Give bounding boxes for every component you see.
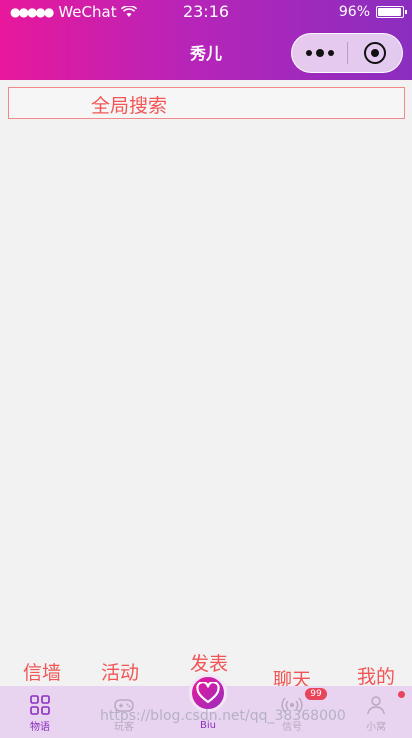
header: ●●●●● WeChat 23:16 96% 秀儿 — [0, 0, 412, 80]
more-dot-icon — [315, 49, 324, 57]
status-bar: ●●●●● WeChat 23:16 96% — [0, 0, 412, 24]
label-activity[interactable]: 活动 — [101, 658, 139, 685]
search-placeholder: 全局搜索 — [91, 95, 168, 117]
battery-fill — [378, 8, 402, 16]
label-post[interactable]: 发表 — [190, 649, 228, 676]
biu-center-button[interactable] — [189, 674, 227, 712]
tab-home[interactable]: 小窝 — [346, 686, 406, 738]
more-dot-icon — [305, 50, 312, 56]
miniprogram-capsule — [291, 33, 403, 73]
battery-percent: 96% — [338, 4, 370, 20]
red-dot-badge — [398, 691, 405, 698]
label-wall[interactable]: 信墙 — [23, 658, 61, 685]
heart-icon — [196, 682, 220, 704]
tab-label: 物语 — [30, 722, 50, 733]
tab-label: 小窝 — [366, 722, 386, 733]
close-button[interactable] — [348, 33, 402, 73]
unread-badge: 99 — [305, 688, 327, 700]
close-dot-icon — [370, 49, 379, 57]
status-right: 96% — [338, 0, 407, 24]
battery-icon — [376, 6, 407, 18]
more-dot-icon — [327, 50, 334, 56]
more-button[interactable] — [292, 33, 347, 73]
grid-icon — [30, 695, 50, 715]
watermark-text: https://blog.csdn.net/qq_38368000 — [100, 708, 346, 724]
close-ring-icon — [363, 42, 386, 64]
global-search-box[interactable]: 全局搜索 — [8, 87, 405, 119]
label-mine[interactable]: 我的 — [357, 662, 395, 689]
tab-stories[interactable]: 物语 — [10, 686, 70, 738]
user-icon — [367, 696, 385, 715]
